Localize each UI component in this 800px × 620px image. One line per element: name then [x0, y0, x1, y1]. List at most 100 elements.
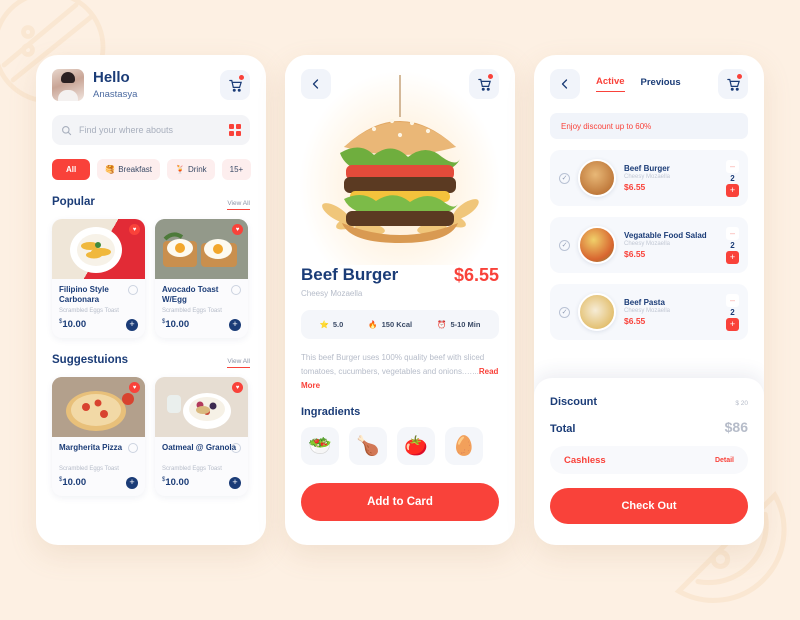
tomato-icon[interactable]: 🍅 — [397, 427, 435, 465]
price-value: 10.00 — [62, 477, 87, 489]
cart-item-thumb — [578, 293, 616, 331]
food-name: Oatmeal @ Granola — [162, 443, 237, 452]
tab-active[interactable]: Active — [596, 76, 625, 92]
product-subtitle: Cheesy Mozaella — [301, 289, 363, 298]
suggestions-cards: ♥ Margherita Pizza Scrambled Eggs Toast … — [52, 377, 250, 496]
food-card[interactable]: ♥ Margherita Pizza Scrambled Eggs Toast … — [52, 377, 145, 496]
favorite-icon[interactable]: ♥ — [129, 382, 140, 393]
food-card[interactable]: ♥ Filipino Style Carbonara Scrambled Egg… — [52, 219, 145, 338]
order-summary: Discount $ 20 Total $86 Cashless Detail … — [534, 378, 764, 545]
checkout-button[interactable]: Check Out — [550, 488, 748, 524]
ingredients-title: Ingradients — [301, 406, 361, 418]
popular-section-header: Popular View All — [52, 196, 250, 210]
add-item-button[interactable]: + — [126, 319, 138, 331]
search-bar[interactable]: Find your where abouts — [52, 115, 250, 145]
chip-drink[interactable]: 🍹 Drink — [167, 159, 215, 180]
payment-method-row[interactable]: Cashless Detail — [550, 446, 748, 474]
decrease-button[interactable]: – — [726, 226, 739, 240]
favorite-icon[interactable]: ♥ — [129, 224, 140, 235]
cart-button[interactable] — [718, 69, 748, 99]
cart-row[interactable]: ✓ Vegatable Food Salad Cheesy Mozaella $… — [550, 217, 748, 273]
quantity-stepper: – 2 + — [726, 293, 739, 331]
cart-item-price: $6.55 — [624, 182, 646, 192]
food-card[interactable]: ♥ Oatmeal @ Granola Scrambled Eggs Toast… — [155, 377, 248, 496]
food-sub: Scrambled Eggs Toast — [59, 308, 119, 314]
calories-value: 150 Kcal — [381, 320, 413, 329]
add-item-button[interactable]: + — [126, 477, 138, 489]
cart-button[interactable] — [469, 69, 499, 99]
discount-value: $ 20 — [735, 400, 748, 407]
cart-badge — [239, 75, 244, 80]
back-button[interactable] — [301, 69, 331, 99]
total-row: Total $86 — [550, 419, 748, 435]
vegetables-icon[interactable]: 🥗 — [301, 427, 339, 465]
cart-badge — [737, 74, 742, 79]
decrease-button[interactable]: – — [726, 159, 739, 173]
favorite-icon[interactable]: ♥ — [232, 224, 243, 235]
category-chips: All 🥞 Breakfast 🍹 Drink 15+ — [52, 159, 252, 180]
quantity-value: 2 — [730, 307, 735, 317]
food-name: Margherita Pizza — [59, 443, 123, 452]
promo-banner: Enjoy discount up to 60% — [550, 113, 748, 139]
roast-chicken-icon[interactable]: 🍗 — [349, 427, 387, 465]
favorite-icon[interactable]: ♥ — [232, 382, 243, 393]
greeting-text: Hello — [93, 69, 130, 87]
calories-stat: 🔥 150 Kcal — [368, 320, 412, 329]
add-to-card-button[interactable]: Add to Card — [301, 483, 499, 521]
quantity-stepper: – 2 + — [726, 226, 739, 264]
popular-cards: ♥ Filipino Style Carbonara Scrambled Egg… — [52, 219, 250, 338]
decrease-button[interactable]: – — [726, 293, 739, 307]
cart-header: Active Previous — [550, 69, 748, 99]
clock-icon: ⏰ — [437, 320, 447, 329]
food-name: Filipino Style Carbonara — [59, 285, 109, 305]
food-card[interactable]: ♥ Avocado Toast W/Egg Scrambled Eggs Toa… — [155, 219, 248, 338]
tab-previous[interactable]: Previous — [641, 77, 681, 92]
food-sub: Scrambled Eggs Toast — [162, 466, 222, 472]
food-thumb: ♥ — [155, 377, 248, 437]
chip-all[interactable]: All — [52, 159, 91, 180]
chip-breakfast[interactable]: 🥞 Breakfast — [97, 159, 160, 180]
chip-more[interactable]: 15+ — [221, 159, 252, 180]
cart-item-sub: Cheesy Mozaella — [624, 174, 671, 180]
increase-button[interactable]: + — [726, 183, 739, 197]
add-item-button[interactable]: + — [229, 477, 241, 489]
total-value: $86 — [724, 419, 748, 435]
increase-button[interactable]: + — [726, 317, 739, 331]
chip-more-label: 15+ — [229, 165, 244, 174]
suggestions-view-all[interactable]: View All — [227, 358, 250, 368]
select-checkbox[interactable]: ✓ — [559, 306, 570, 318]
beef-burger-hero-image — [322, 75, 479, 243]
cart-item-price: $6.55 — [624, 316, 646, 326]
grid-icon[interactable] — [229, 124, 241, 136]
select-checkbox[interactable]: ✓ — [559, 239, 570, 251]
suggestions-title: Suggestuions — [52, 354, 129, 366]
chip-all-label: All — [66, 165, 77, 174]
cart-row[interactable]: ✓ Beef Burger Cheesy Mozaella $6.55 – 2 … — [550, 150, 748, 206]
cart-item-name: Vegatable Food Salad — [624, 231, 707, 240]
product-stats: ⭐ 5.0 🔥 150 Kcal ⏰ 5-10 Min — [301, 310, 499, 339]
food-badge-icon — [231, 443, 241, 453]
egg-icon[interactable]: 🥚 — [445, 427, 483, 465]
quantity-value: 2 — [730, 240, 735, 250]
rating-stat: ⭐ 5.0 — [320, 320, 344, 329]
quantity-value: 2 — [730, 173, 735, 183]
food-badge-icon — [231, 285, 241, 295]
cart-item-price: $6.55 — [624, 249, 646, 259]
back-button[interactable] — [550, 69, 580, 99]
increase-button[interactable]: + — [726, 250, 739, 264]
cart-badge — [488, 74, 493, 79]
payment-detail-link[interactable]: Detail — [715, 457, 734, 464]
food-badge-icon — [128, 443, 138, 453]
search-input[interactable]: Find your where abouts — [79, 125, 222, 135]
select-checkbox[interactable]: ✓ — [559, 172, 570, 184]
cart-button[interactable] — [220, 70, 250, 100]
food-sub: Scrambled Eggs Toast — [162, 308, 222, 314]
popular-view-all[interactable]: View All — [227, 200, 250, 210]
cart-row[interactable]: ✓ Beef Pasta Cheesy Mozaella $6.55 – 2 + — [550, 284, 748, 340]
star-icon: ⭐ — [319, 320, 329, 329]
ingredients-list: 🥗 🍗 🍅 🥚 — [301, 427, 499, 465]
payment-method-label: Cashless — [564, 454, 606, 466]
username-text: Anastasya — [93, 88, 138, 100]
chip-breakfast-emoji: 🥞 — [105, 165, 116, 174]
add-item-button[interactable]: + — [229, 319, 241, 331]
